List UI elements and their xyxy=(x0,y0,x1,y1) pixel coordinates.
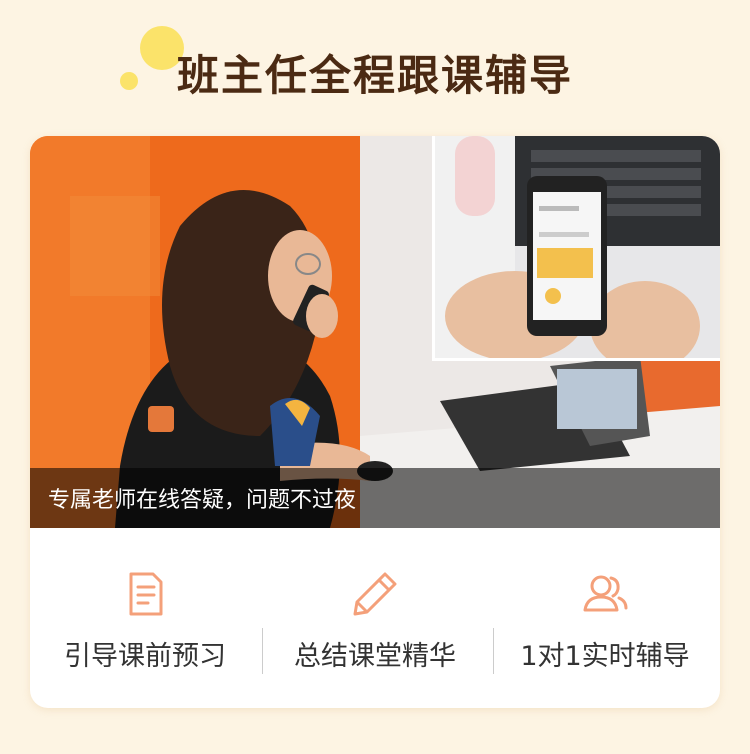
feature-item-tutoring: 1对1实时辅导 xyxy=(490,528,720,708)
pencil-icon xyxy=(353,572,397,616)
users-icon xyxy=(583,575,628,612)
page-title: 班主任全程跟课辅导 xyxy=(176,51,573,100)
teacher-photo: 专属老师在线答疑，问题不过夜 xyxy=(30,136,720,528)
feature-item-summary: 总结课堂精华 xyxy=(260,528,490,708)
caption-bar: 专属老师在线答疑，问题不过夜 xyxy=(30,468,720,528)
phone-screenshot-inset xyxy=(432,136,720,361)
feature-item-preview: 引导课前预习 xyxy=(30,528,260,708)
feature-label: 引导课前预习 xyxy=(64,641,226,672)
feature-label: 1对1实时辅导 xyxy=(520,641,690,672)
photo-caption: 专属老师在线答疑，问题不过夜 xyxy=(48,488,357,513)
feature-card: 专属老师在线答疑，问题不过夜 引导课前预习 总结课堂精华 1对1实时辅导 xyxy=(30,136,720,708)
divider xyxy=(262,628,263,674)
feature-label: 总结课堂精华 xyxy=(294,641,456,672)
divider xyxy=(493,628,494,674)
feature-list: 引导课前预习 总结课堂精华 1对1实时辅导 xyxy=(30,528,720,708)
document-icon xyxy=(129,572,163,616)
